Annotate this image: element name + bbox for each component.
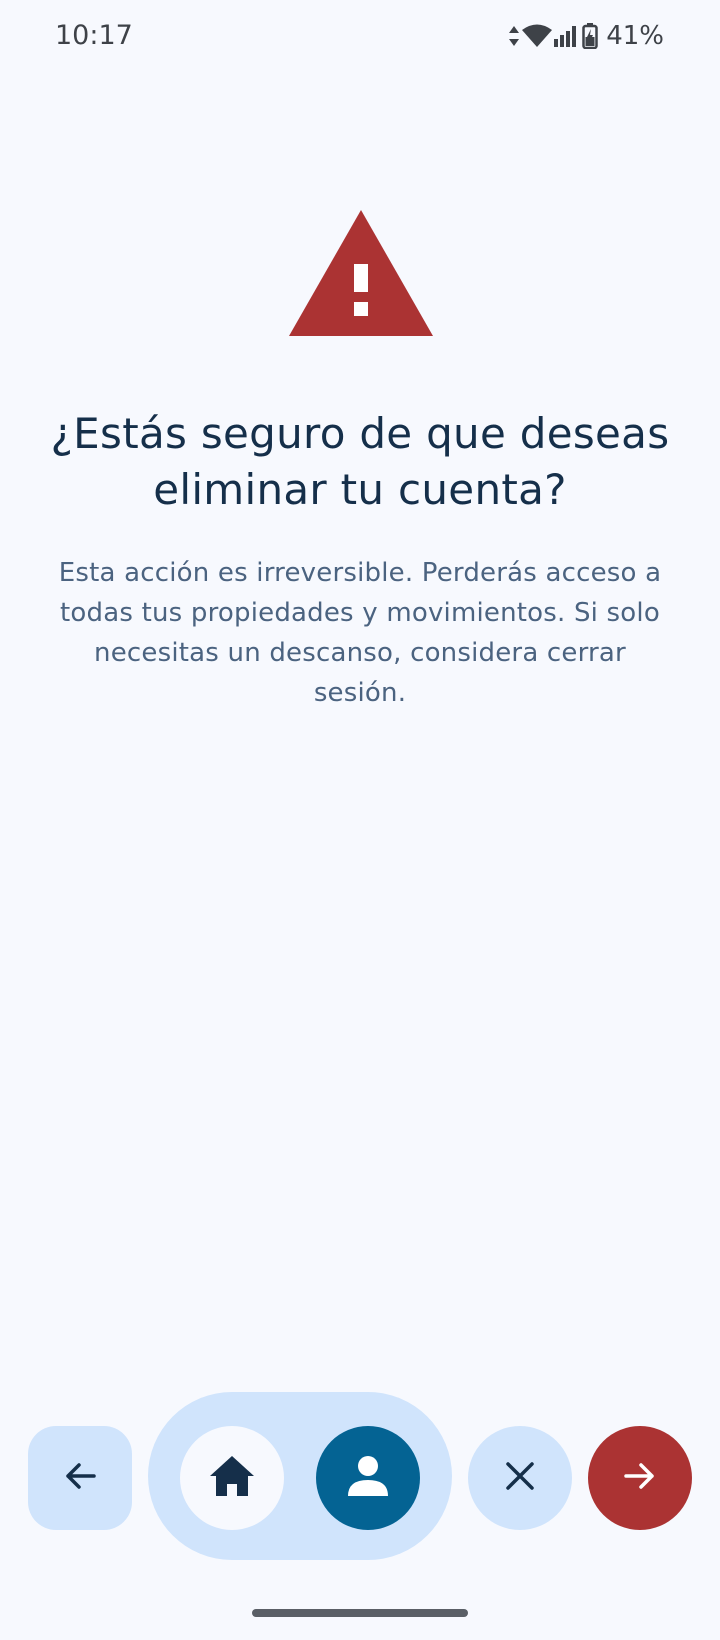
battery-charging-icon	[582, 23, 598, 49]
home-icon	[208, 1454, 256, 1502]
profile-button[interactable]	[316, 1426, 420, 1530]
close-icon	[502, 1458, 538, 1498]
signal-icon	[554, 24, 580, 48]
status-time: 10:17	[55, 20, 133, 51]
person-icon	[346, 1454, 390, 1502]
close-button[interactable]	[468, 1426, 572, 1530]
status-bar: 10:17 41%	[0, 0, 720, 72]
dialog-description: Esta acción es irreversible. Perderás ac…	[58, 558, 662, 708]
warning-triangle-icon	[287, 208, 435, 338]
data-arrows-icon	[508, 24, 520, 48]
status-icons: 41%	[508, 20, 664, 52]
dialog-title: ¿Estás seguro de que deseas eliminar tu …	[50, 409, 670, 514]
next-button[interactable]	[588, 1426, 692, 1530]
arrow-left-icon	[60, 1456, 100, 1500]
back-button[interactable]	[28, 1426, 132, 1530]
battery-percentage: 41%	[606, 21, 664, 51]
gesture-bar[interactable]	[252, 1609, 468, 1617]
bottom-toolbar	[0, 1392, 720, 1560]
home-button[interactable]	[180, 1426, 284, 1530]
wifi-icon	[522, 24, 553, 48]
arrow-right-icon	[620, 1456, 660, 1500]
